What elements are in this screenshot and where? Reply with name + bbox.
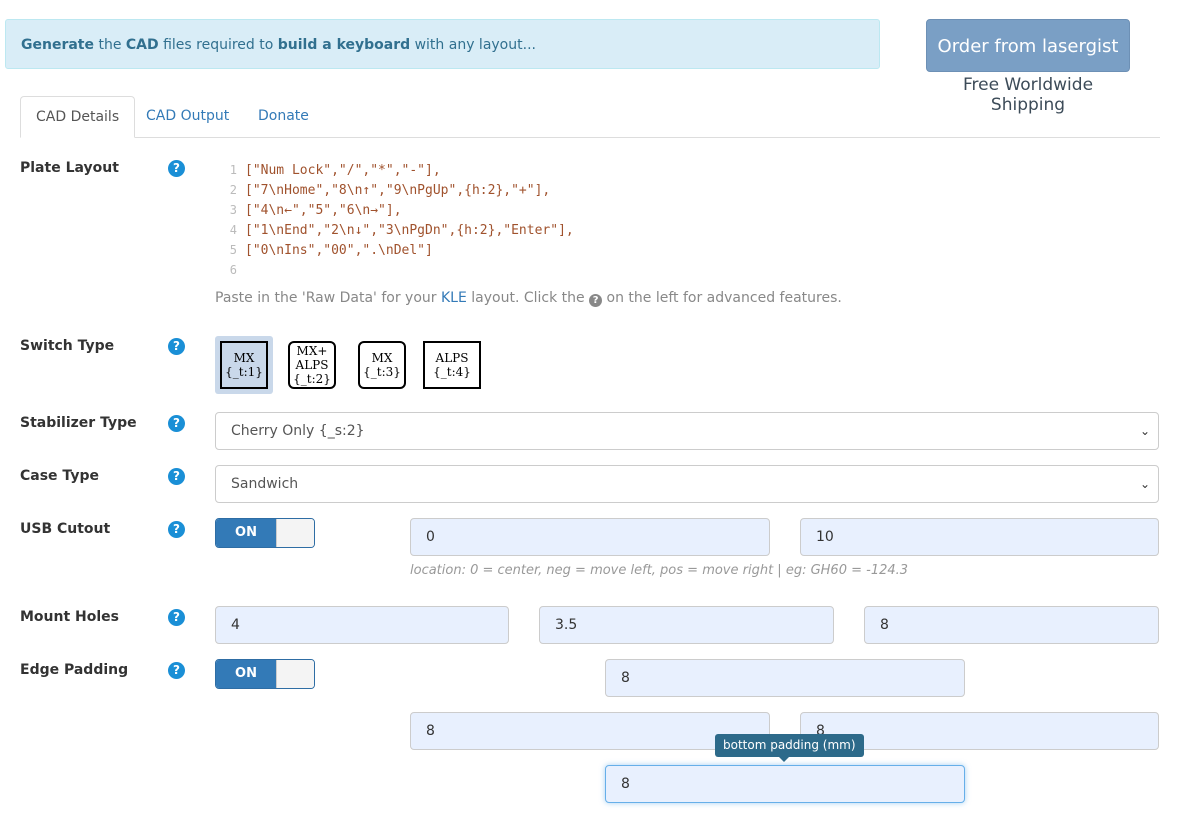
- banner-bold-build: build a keyboard: [277, 37, 411, 53]
- edge-padding-toggle[interactable]: ON: [215, 659, 315, 689]
- switch-label: ALPS: [435, 351, 469, 365]
- chevron-down-icon: ⌄: [1139, 477, 1150, 491]
- switch-option-mx[interactable]: MX {_t:1}: [215, 336, 273, 394]
- mount-holes-diameter-input[interactable]: 3.5: [539, 606, 834, 644]
- banner-text: files required to: [158, 37, 278, 53]
- usb-help-icon[interactable]: ?: [168, 521, 185, 538]
- edge-padding-label: Edge Padding: [20, 662, 129, 678]
- code-line: 2 ["7\nHome","8\n↑","9\nPgUp",{h:2},"+"],: [229, 183, 551, 198]
- code-text: ["Num Lock","/","*","-"],: [245, 163, 441, 178]
- code-line: 4 ["1\nEnd","2\n↓","3\nPgDn",{h:2},"Enter…: [229, 223, 574, 238]
- switch-label: ALPS: [295, 358, 329, 372]
- code-text: ["1\nEnd","2\n↓","3\nPgDn",{h:2},"Enter"…: [245, 223, 574, 238]
- toggle-knob: [276, 519, 314, 547]
- toggle-on-label: ON: [216, 660, 276, 688]
- code-text: ["0\nIns","00",".\nDel"]: [245, 243, 433, 258]
- code-line: 5 ["0\nIns","00",".\nDel"]: [229, 243, 433, 258]
- hint-text: layout. Click the: [466, 290, 590, 306]
- tab-cad-output[interactable]: CAD Output: [131, 96, 244, 138]
- plate-layout-editor[interactable]: 1 ["Num Lock","/","*","-"], 2 ["7\nHome","…: [215, 160, 915, 280]
- mount-holes-count-input[interactable]: 4: [215, 606, 509, 644]
- edge-padding-bottom-input[interactable]: 8: [605, 765, 965, 803]
- case-type-label: Case Type: [20, 468, 99, 484]
- banner-text: with any layout...: [410, 37, 536, 53]
- toggle-on-label: ON: [216, 519, 276, 547]
- tab-cad-details[interactable]: CAD Details: [20, 96, 136, 138]
- switch-option-mx-alps[interactable]: MX+ ALPS {_t:2}: [283, 336, 341, 394]
- mount-holes-label: Mount Holes: [20, 609, 120, 625]
- plate-hint: Paste in the 'Raw Data' for your KLE lay…: [215, 290, 842, 307]
- banner-bold-cad: CAD: [125, 37, 159, 53]
- help-circle-icon: ?: [589, 294, 603, 307]
- code-text: ["4\n←","5","6\n→"],: [245, 203, 402, 218]
- toggle-knob: [276, 660, 314, 688]
- banner-text: the: [94, 37, 126, 53]
- switch-option-alps[interactable]: ALPS {_t:4}: [423, 336, 481, 394]
- case-value: Sandwich: [231, 476, 299, 492]
- switch-label: {_t:2}: [293, 372, 331, 386]
- switch-option-mx-opening[interactable]: MX {_t:3}: [353, 336, 411, 394]
- hint-text: Paste in the 'Raw Data' for your: [215, 290, 441, 306]
- hint-text: on the left for advanced features.: [602, 290, 842, 306]
- chevron-down-icon: ⌄: [1139, 424, 1150, 438]
- edge-help-icon[interactable]: ?: [168, 662, 185, 679]
- stabilizer-value: Cherry Only {_s:2}: [231, 423, 365, 439]
- bottom-padding-tooltip: bottom padding (mm): [715, 734, 864, 762]
- stabilizer-type-label: Stabilizer Type: [20, 415, 137, 431]
- mount-help-icon[interactable]: ?: [168, 609, 185, 626]
- code-text: ["7\nHome","8\n↑","9\nPgUp",{h:2},"+"],: [245, 183, 551, 198]
- usb-location-input[interactable]: 0: [410, 518, 770, 556]
- order-button[interactable]: Order from lasergist: [926, 19, 1130, 72]
- code-line: 1 ["Num Lock","/","*","-"],: [229, 163, 441, 178]
- switch-type-label: Switch Type: [20, 338, 115, 354]
- stabilizer-help-icon[interactable]: ?: [168, 415, 185, 432]
- usb-width-input[interactable]: 10: [800, 518, 1159, 556]
- plate-layout-label: Plate Layout: [20, 160, 119, 176]
- info-banner: Generate the CAD files required to build…: [5, 19, 880, 69]
- usb-cutout-label: USB Cutout: [20, 521, 111, 537]
- tab-bar: CAD Details CAD Output Donate: [20, 96, 1160, 138]
- code-line: 6: [229, 263, 237, 277]
- switch-label: {_t:4}: [433, 365, 471, 379]
- code-line: 3 ["4\n←","5","6\n→"],: [229, 203, 402, 218]
- usb-toggle[interactable]: ON: [215, 518, 315, 548]
- mount-holes-offset-input[interactable]: 8: [864, 606, 1159, 644]
- plate-help-icon[interactable]: ?: [168, 160, 185, 177]
- case-select[interactable]: Sandwich ⌄: [215, 465, 1159, 503]
- switch-label: {_t:3}: [363, 365, 401, 379]
- edge-padding-top-input[interactable]: 8: [605, 659, 965, 697]
- tab-donate[interactable]: Donate: [243, 96, 324, 138]
- switch-label: {_t:1}: [225, 365, 263, 379]
- switch-label: MX: [371, 351, 393, 365]
- usb-note: location: 0 = center, neg = move left, p…: [410, 563, 909, 578]
- case-help-icon[interactable]: ?: [168, 468, 185, 485]
- switch-help-icon[interactable]: ?: [168, 338, 185, 355]
- kle-link[interactable]: KLE: [441, 290, 467, 306]
- banner-bold-generate: Generate: [21, 37, 94, 53]
- stabilizer-select[interactable]: Cherry Only {_s:2} ⌄: [215, 412, 1159, 450]
- switch-label: MX: [233, 351, 255, 365]
- switch-label: MX+: [296, 344, 328, 358]
